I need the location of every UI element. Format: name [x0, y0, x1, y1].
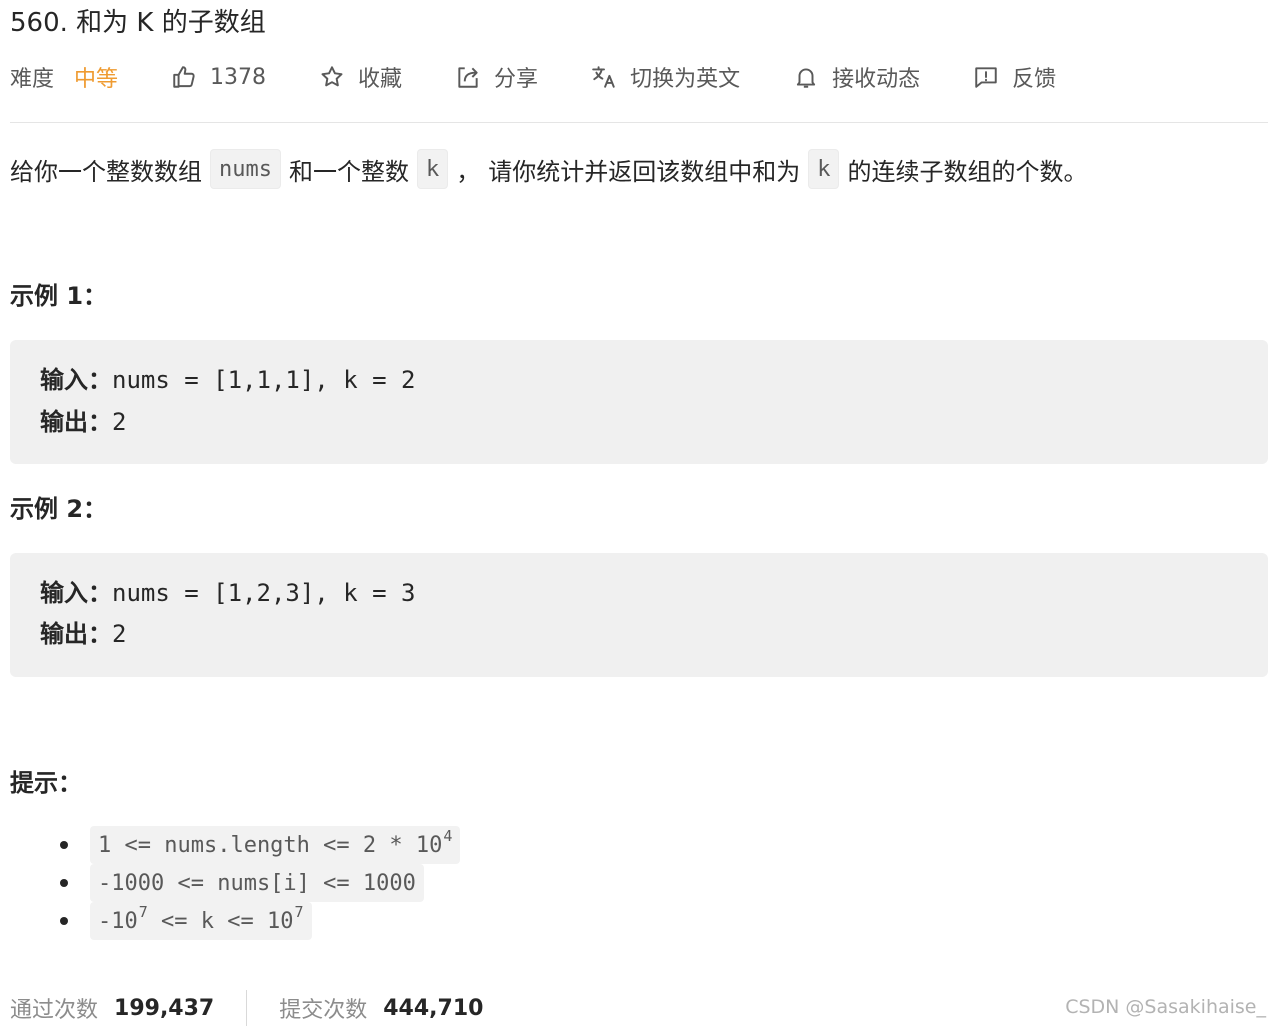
stats-divider [246, 990, 248, 1026]
description-text: 的连续子数组的个数。 [847, 157, 1088, 186]
constraint-code: 1 <= nums.length <= 2 * 10 4 [90, 826, 461, 864]
bell-icon [792, 63, 820, 91]
difficulty-value: 中等 [74, 67, 119, 92]
example-input: nums = [1,2,3], k = 3 [112, 579, 416, 607]
share-label: 分享 [494, 67, 539, 92]
description-text: 给你一个整数数组 [10, 157, 202, 186]
submissions-value: 444,710 [383, 995, 484, 1021]
example-input: nums = [1,1,1], k = 2 [112, 366, 416, 394]
superscript: 7 [138, 903, 148, 921]
example-1-block: 输入：nums = [1,1,1], k = 2 输出：2 [10, 340, 1268, 464]
feedback-button[interactable]: 反馈 [972, 61, 1056, 93]
list-item: -10 7 <= k <= 10 7 [60, 902, 460, 940]
difficulty-label: 难度 [10, 67, 55, 92]
like-button[interactable]: 1378 [170, 63, 266, 91]
bullet [60, 917, 68, 925]
list-item: 1 <= nums.length <= 2 * 10 4 [60, 826, 461, 864]
watermark: CSDN @Sasakihaise_ [1065, 996, 1266, 1018]
accepted-label: 通过次数 [10, 998, 99, 1023]
example-2-input-line: 输入：nums = [1,2,3], k = 3 [40, 573, 415, 613]
accepted-value: 199,437 [114, 995, 215, 1021]
list-item: -1000 <= nums[i] <= 1000 [60, 864, 460, 902]
output-label: 输出： [40, 408, 112, 436]
constraint-text: -1000 <= nums[i] <= 1000 [98, 870, 416, 896]
translate-button[interactable]: 切换为英文 [590, 61, 740, 93]
hints-heading: 提示： [10, 769, 82, 797]
hints-list: 1 <= nums.length <= 2 * 10 4 -1000 <= num… [60, 826, 461, 940]
feedback-label: 反馈 [1012, 67, 1057, 92]
example-1-heading: 示例 1： [10, 282, 108, 310]
problem-title: 560. 和为 K 的子数组 [10, 8, 266, 38]
output-label: 输出： [40, 620, 112, 648]
inline-code-nums: nums [210, 149, 281, 189]
input-label: 输入： [40, 366, 112, 394]
difficulty: 难度 中等 [10, 61, 118, 93]
inline-code-k: k [416, 149, 449, 189]
subscribe-label: 接收动态 [832, 67, 921, 92]
example-2-output-line: 输出：2 [40, 614, 126, 654]
translate-label: 切换为英文 [630, 67, 741, 92]
description-text: 和一个整数 [288, 157, 409, 186]
thumbs-up-icon [170, 63, 198, 91]
submission-stats: 通过次数 199,437 提交次数 444,710 [10, 988, 483, 1028]
feedback-icon [972, 63, 1000, 91]
example-2-block: 输入：nums = [1,2,3], k = 3 输出：2 [10, 553, 1268, 677]
problem-description: 给你一个整数数组 nums 和一个整数 k ， 请你统计并返回该数组中和为 k … [10, 146, 1087, 192]
input-label: 输入： [40, 579, 112, 607]
example-output: 2 [112, 620, 127, 648]
star-icon [318, 63, 346, 91]
constraint-text: 1 <= nums.length <= 2 * 10 [98, 832, 443, 858]
constraint-code: -1000 <= nums[i] <= 1000 [90, 864, 424, 902]
share-button[interactable]: 分享 [454, 61, 538, 93]
example-1-output-line: 输出：2 [40, 402, 126, 442]
favorite-label: 收藏 [358, 67, 403, 92]
example-2-heading: 示例 2： [10, 495, 108, 523]
example-1-input-line: 输入：nums = [1,1,1], k = 2 [40, 360, 415, 400]
bullet [60, 879, 68, 887]
example-output: 2 [112, 408, 127, 436]
constraint-code: -10 7 <= k <= 10 7 [90, 902, 312, 940]
description-text: ， [456, 157, 481, 186]
superscript: 4 [443, 827, 453, 845]
problem-toolbar: 难度 中等 1378 收藏 分享 切换为英文 接收动态 反馈 [10, 58, 1056, 96]
favorite-button[interactable]: 收藏 [318, 61, 402, 93]
header-divider [10, 122, 1268, 123]
like-count: 1378 [210, 64, 267, 90]
submissions-label: 提交次数 [279, 998, 368, 1023]
inline-code-k: k [808, 149, 840, 189]
translate-icon [590, 63, 618, 91]
problem-page: 560. 和为 K 的子数组 难度 中等 1378 收藏 分享 切换为英文 接收… [0, 0, 1280, 1028]
constraint-text: <= k <= 10 [147, 908, 294, 934]
subscribe-button[interactable]: 接收动态 [792, 61, 920, 93]
constraint-text: -10 [98, 908, 138, 934]
bullet [60, 841, 68, 849]
superscript: 7 [294, 903, 304, 921]
share-icon [454, 63, 482, 91]
description-text: 请你统计并返回该数组中和为 [488, 157, 801, 186]
